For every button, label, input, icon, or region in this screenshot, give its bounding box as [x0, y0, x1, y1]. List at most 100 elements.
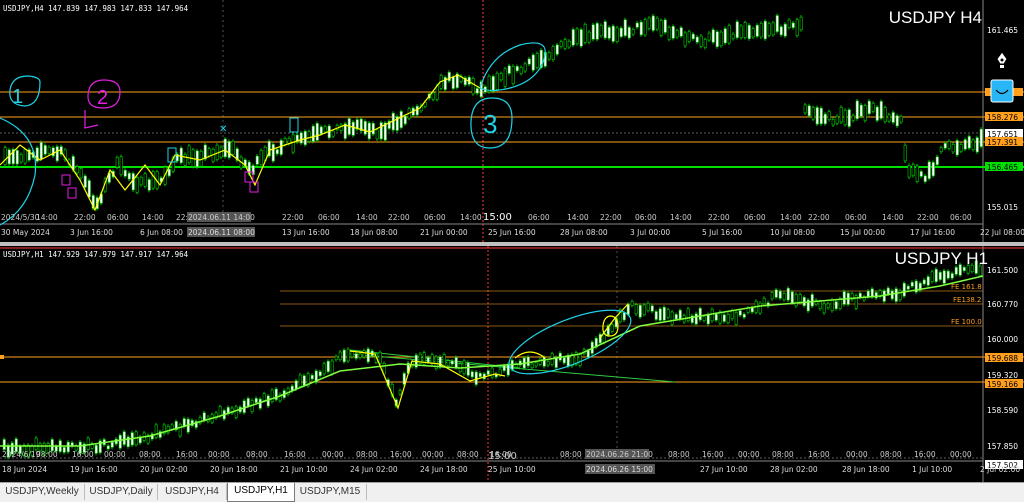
tab-weekly[interactable]: USDJPY,Weekly	[0, 484, 85, 500]
candle	[430, 354, 434, 365]
time-label: 22:00	[808, 213, 830, 222]
time-label: 14:00	[670, 213, 692, 222]
candle	[767, 23, 771, 36]
candle	[110, 441, 114, 448]
candle	[843, 109, 847, 126]
time-label: 14:00	[780, 213, 802, 222]
time-label: 22:00	[74, 213, 96, 222]
candle	[551, 46, 555, 60]
candle	[630, 301, 634, 306]
candle	[943, 143, 947, 149]
candle	[470, 371, 474, 378]
candle	[658, 308, 662, 321]
date-label: 22 Jul 08:00	[980, 228, 1024, 237]
candle	[94, 444, 98, 454]
candle	[167, 168, 171, 177]
candle	[322, 363, 326, 375]
time-label: 14:00	[460, 213, 482, 222]
candle	[678, 309, 682, 320]
candle	[799, 16, 803, 31]
candle	[694, 313, 698, 325]
candle	[611, 25, 615, 42]
date-label: 24 Jun 18:00	[420, 465, 468, 474]
candle	[939, 147, 943, 153]
price-label: 155.015	[987, 203, 1018, 212]
candle	[826, 303, 830, 309]
date-label: 28 Jun 18:00	[842, 465, 890, 474]
candle	[655, 17, 659, 30]
date-label: 2024.06.11 08:00	[188, 228, 255, 237]
candle	[643, 19, 647, 36]
candle	[714, 313, 718, 321]
candle	[262, 393, 266, 401]
time-label: 14:00	[882, 213, 904, 222]
candle	[642, 304, 646, 315]
candle	[751, 28, 755, 38]
chart-h4-canvas[interactable]: 1 23✕161.465158.276157.651157.391156.4651…	[0, 0, 1024, 242]
tab-h1[interactable]: USDJPY,H1	[227, 483, 295, 502]
candle	[670, 311, 674, 325]
time-label: 06:00	[635, 213, 657, 222]
price-label: 157.391	[987, 138, 1018, 147]
candle	[34, 437, 38, 450]
candle	[326, 360, 330, 373]
time-label: 16:00	[390, 450, 412, 459]
time-label: 00:00	[322, 450, 344, 459]
candle	[271, 143, 275, 162]
date-label: 6 Jun 08:00	[140, 228, 183, 237]
candle	[118, 434, 122, 449]
candle	[207, 148, 211, 157]
candle	[774, 289, 778, 298]
candle	[475, 88, 479, 94]
candle	[495, 72, 499, 90]
candle	[638, 305, 642, 318]
candle	[927, 161, 931, 179]
candle	[623, 19, 627, 36]
candle	[839, 107, 843, 123]
candle	[627, 27, 631, 39]
date-label: 2 Jul 02:00	[980, 465, 1020, 474]
candle	[726, 314, 730, 323]
candle	[926, 276, 930, 286]
candle	[735, 21, 739, 38]
candle	[755, 24, 759, 37]
candle	[562, 357, 566, 364]
date-label: 3 Jun 16:00	[70, 228, 113, 237]
candle	[379, 122, 383, 140]
candle	[750, 307, 754, 313]
tab-h4[interactable]: USDJPY,H4	[158, 484, 227, 500]
candle	[567, 40, 571, 48]
candle	[330, 360, 334, 375]
candle	[895, 115, 899, 127]
annotation-flag	[84, 110, 99, 129]
candle	[610, 324, 614, 332]
chart-h1-canvas[interactable]: FE 161.8 FE138.2 FE 100.0 161.500 160.770 160…	[0, 246, 1024, 482]
candle	[798, 294, 802, 303]
candle	[358, 353, 362, 358]
candle	[270, 389, 274, 402]
date-label: 5 Jul 16:00	[702, 228, 742, 237]
price-label: 159.688	[987, 354, 1018, 363]
time-label: 16:00	[72, 450, 94, 459]
tab-daily[interactable]: USDJPY,Daily	[85, 484, 158, 500]
cup-icon[interactable]	[990, 79, 1014, 103]
candle	[375, 129, 379, 140]
candle	[378, 352, 382, 364]
candle	[15, 150, 19, 165]
candle	[258, 398, 262, 409]
tab-m15[interactable]: USDJPY,M15	[294, 484, 367, 500]
candle	[123, 169, 127, 177]
price-label: 159.166	[987, 380, 1018, 389]
candle	[715, 31, 719, 48]
candle	[338, 351, 342, 360]
chart-h1[interactable]: FE 161.8 FE138.2 FE 100.0 161.500 160.770 160…	[0, 246, 1024, 482]
candle	[922, 279, 926, 285]
candle	[675, 30, 679, 38]
time-label: 22:00	[708, 213, 730, 222]
candle	[178, 424, 182, 437]
candle	[583, 24, 587, 43]
pen-icon[interactable]	[993, 51, 1011, 69]
date-label: 18 Jun 08:00	[350, 228, 398, 237]
chart-h4[interactable]: 1 2 3 ✕ 161.465 158.276 157.651 157.391 156.465 1…	[0, 0, 1024, 242]
candle	[779, 26, 783, 36]
